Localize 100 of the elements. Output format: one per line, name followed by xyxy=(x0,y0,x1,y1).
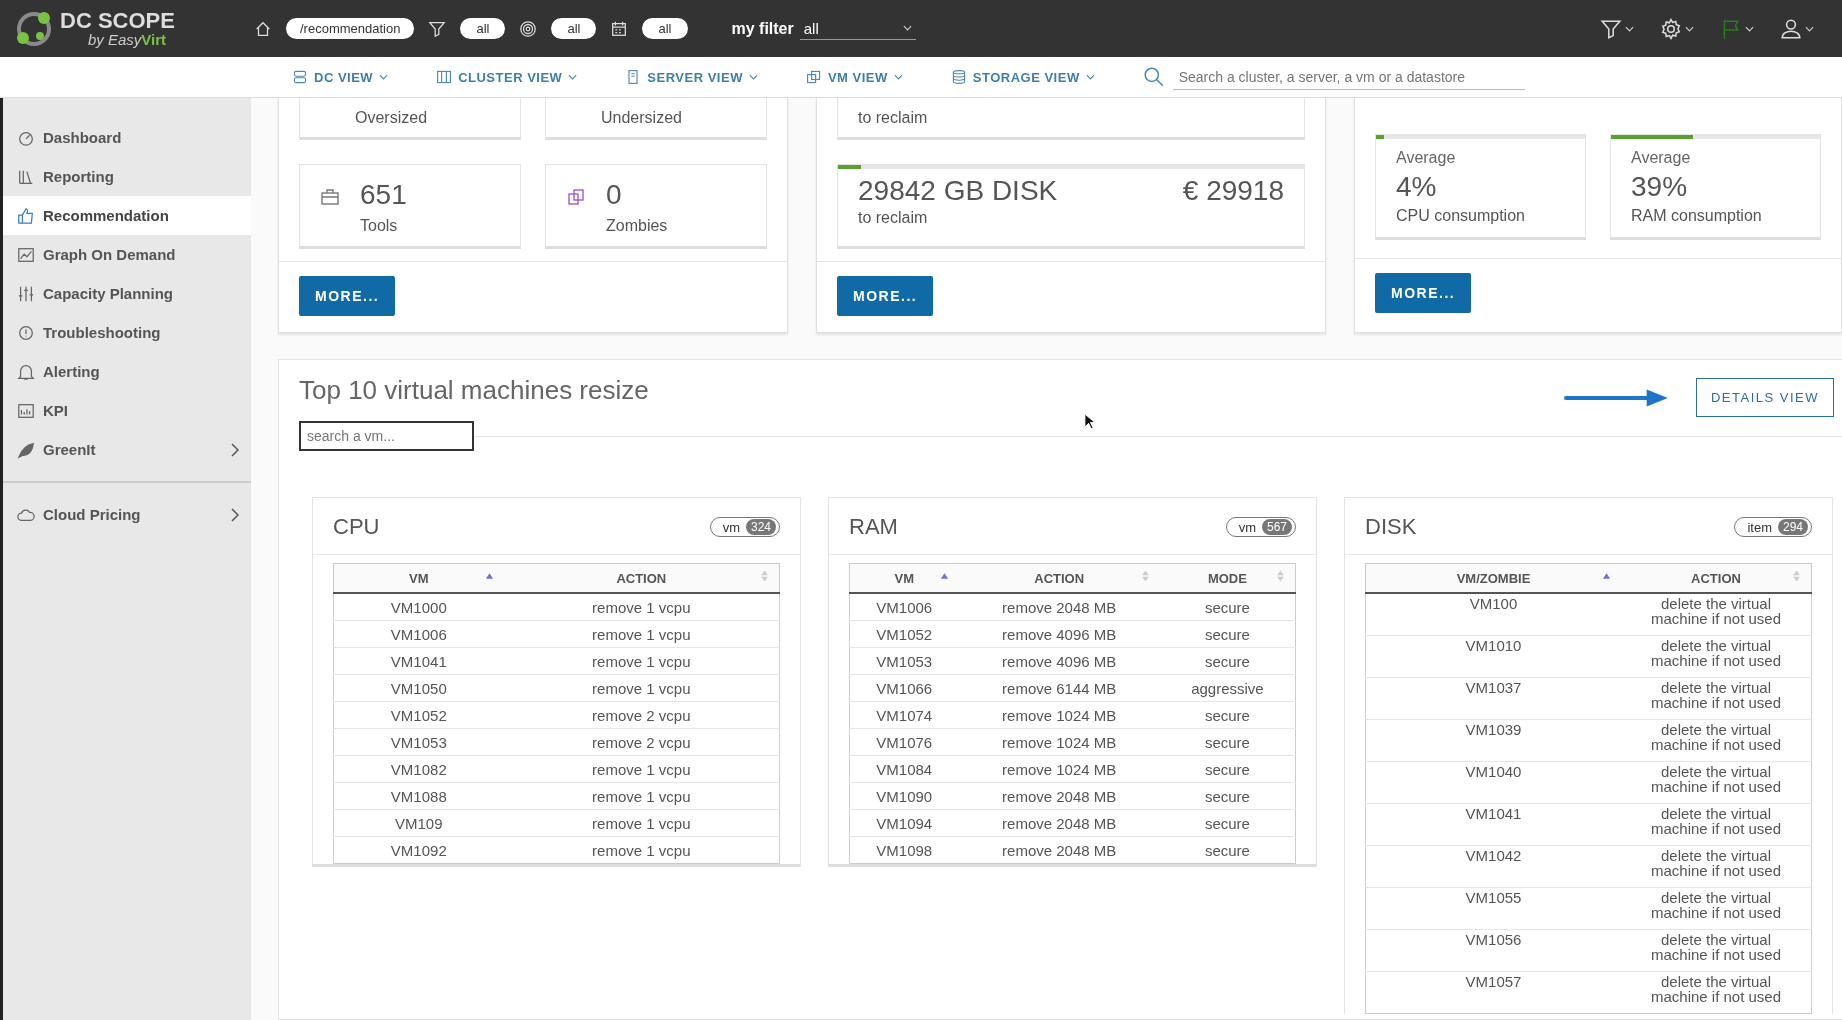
badge-label: vm xyxy=(722,519,740,535)
sidebar-item[interactable]: Alerting xyxy=(3,352,251,391)
table-cell: VM1084 xyxy=(849,755,959,783)
table-cell: delete the virtual machine if not used xyxy=(1621,929,1812,972)
column-header[interactable]: VM xyxy=(333,563,504,593)
column-header[interactable]: VM/ZOMBIE xyxy=(1365,563,1621,593)
table-cell: delete the virtual machine if not used xyxy=(1621,719,1812,762)
my-filter-select[interactable]: all xyxy=(799,17,916,40)
table-cell: remove 2048 MB xyxy=(958,782,1160,810)
caret-icon xyxy=(1085,74,1095,80)
toolbar-menu[interactable] xyxy=(1780,17,1814,40)
table-cell: VM1006 xyxy=(849,593,959,621)
tile-label: Oversized xyxy=(355,109,428,127)
tile-label: RAM consumption xyxy=(1631,207,1763,225)
view-menu[interactable]: DC VIEW xyxy=(292,69,389,85)
tile-value: 651 xyxy=(360,179,407,211)
table-cell: VM1000 xyxy=(333,593,504,621)
table-cell: VM1074 xyxy=(849,701,959,729)
details-view-button[interactable]: DETAILS VIEW xyxy=(1695,378,1834,417)
table-cell: secure xyxy=(1159,836,1296,864)
sidebar-item[interactable]: GreenIt xyxy=(3,430,251,469)
toolbox-icon xyxy=(320,187,340,207)
table-cell: remove 1 vcpu xyxy=(503,674,780,702)
tile-value: 4% xyxy=(1396,171,1438,203)
column-header[interactable]: VM xyxy=(849,563,959,593)
table-cell: VM1057 xyxy=(1365,971,1621,1014)
tile-label: CPU consumption xyxy=(1396,207,1526,225)
more-button[interactable]: MORE... xyxy=(299,276,396,316)
filter-pill[interactable]: all xyxy=(460,18,506,39)
table-cell: VM1098 xyxy=(849,836,959,864)
sidebar-item[interactable]: Cloud Pricing xyxy=(3,495,251,534)
more-button[interactable]: MORE... xyxy=(837,276,934,316)
column-header[interactable]: ACTION xyxy=(958,563,1160,593)
user-icon xyxy=(1780,17,1802,40)
table-cell: remove 2048 MB xyxy=(958,809,1160,837)
table-cell: VM1092 xyxy=(333,836,504,864)
caret-icon xyxy=(1745,25,1754,32)
table-cell: VM1052 xyxy=(333,701,504,729)
badge-count: 294 xyxy=(1777,519,1808,535)
section-title: Top 10 virtual machines resize xyxy=(299,375,649,406)
view-menu[interactable]: STORAGE VIEW xyxy=(950,69,1095,85)
sidebar-item[interactable]: Recommendation xyxy=(3,196,251,235)
tile-value: 29842 GB DISK xyxy=(858,175,1058,207)
path-pill[interactable]: /recommendation xyxy=(286,18,415,39)
table-cell: remove 4096 MB xyxy=(958,647,1160,675)
column-header[interactable]: ACTION xyxy=(1621,563,1812,593)
table-cell: secure xyxy=(1159,782,1296,810)
table-cell: secure xyxy=(1159,647,1296,675)
table-cell: VM1050 xyxy=(333,674,504,702)
table-cell: delete the virtual machine if not used xyxy=(1621,845,1812,888)
tile-caption: Average xyxy=(1631,149,1692,167)
brand-name: DC SCOPE xyxy=(60,10,175,32)
table-cell: aggressive xyxy=(1159,674,1296,702)
table-cell: delete the virtual machine if not used xyxy=(1621,677,1812,720)
table-cell: remove 2048 MB xyxy=(958,836,1160,864)
filter-pill[interactable]: all xyxy=(642,18,688,39)
table-cell: remove 1 vcpu xyxy=(503,647,780,675)
toolbar-menu[interactable] xyxy=(1660,17,1694,40)
caret-icon xyxy=(902,25,912,31)
table-cell: VM1041 xyxy=(1365,803,1621,846)
table-cell: VM1055 xyxy=(1365,887,1621,930)
table-cell: secure xyxy=(1159,701,1296,729)
badge-count: 324 xyxy=(745,519,776,535)
view-menu[interactable]: CLUSTER VIEW xyxy=(436,69,578,85)
table-cell: VM1040 xyxy=(1365,761,1621,804)
card-title: DISK xyxy=(1365,514,1417,540)
sidebar-item[interactable]: KPI xyxy=(3,391,251,430)
sidebar-item[interactable]: Graph On Demand xyxy=(3,235,251,274)
column-header[interactable]: MODE xyxy=(1159,563,1296,593)
table-cell: remove 6144 MB xyxy=(958,674,1160,702)
table-cell: remove 2 vcpu xyxy=(503,701,780,729)
table-cell: VM109 xyxy=(333,809,504,837)
table-cell: secure xyxy=(1159,755,1296,783)
more-button[interactable]: MORE... xyxy=(1375,273,1472,313)
sidebar-item[interactable]: Troubleshooting xyxy=(3,313,251,352)
sidebar-item[interactable]: Dashboard xyxy=(3,118,251,157)
table-cell: remove 1 vcpu xyxy=(503,620,780,648)
brand-tagline: by EasyVirt xyxy=(87,32,168,47)
sidebar-item[interactable]: Reporting xyxy=(3,157,251,196)
column-header[interactable]: ACTION xyxy=(503,563,780,593)
vm-search-field[interactable]: search a vm... xyxy=(299,421,474,451)
tile-label: Zombies xyxy=(606,217,668,235)
table-cell: VM1076 xyxy=(849,728,959,756)
table-cell: VM1042 xyxy=(1365,845,1621,888)
table-cell: VM1052 xyxy=(849,620,959,648)
table-cell: remove 1 vcpu xyxy=(503,836,780,864)
my-filter-label: my filter xyxy=(731,19,794,38)
table-cell: VM1090 xyxy=(849,782,959,810)
table-cell: VM1053 xyxy=(333,728,504,756)
table-cell: secure xyxy=(1159,728,1296,756)
copy-icon xyxy=(566,187,586,207)
settings-icon xyxy=(1660,17,1682,40)
table-cell: remove 1024 MB xyxy=(958,728,1160,756)
sidebar-item[interactable]: Capacity Planning xyxy=(3,274,251,313)
view-menu[interactable]: VM VIEW xyxy=(805,69,903,85)
table-cell: delete the virtual machine if not used xyxy=(1621,887,1812,930)
filter-pill[interactable]: all xyxy=(551,18,597,39)
table-cell: VM1094 xyxy=(849,809,959,837)
view-menu[interactable]: SERVER VIEW xyxy=(625,69,758,85)
table-cell: VM100 xyxy=(1365,593,1621,636)
